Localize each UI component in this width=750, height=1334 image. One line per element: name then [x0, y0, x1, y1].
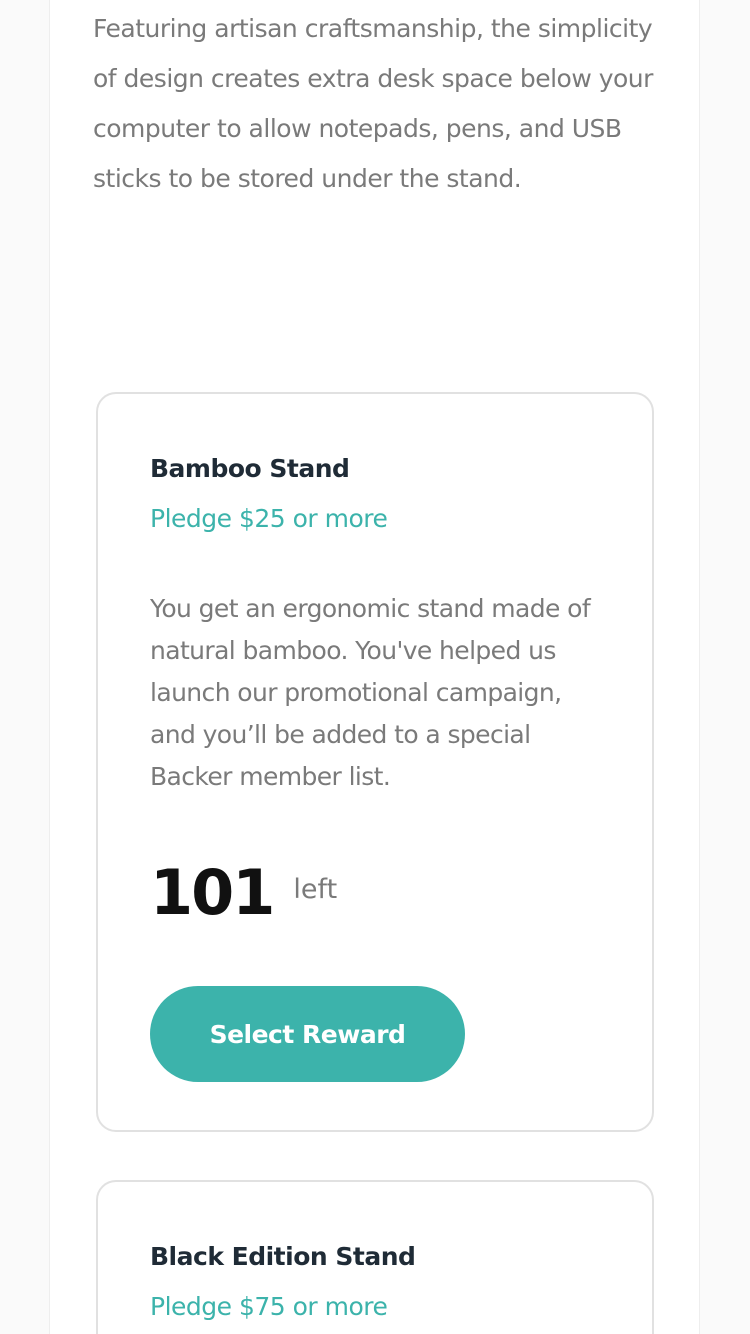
- reward-pledge: Pledge $75 or more: [150, 1292, 388, 1321]
- reward-description: You get an ergonomic stand made of natur…: [150, 594, 591, 791]
- reward-card-black-edition-stand: Black Edition Stand Pledge $75 or more: [96, 1180, 654, 1334]
- reward-pledge: Pledge $25 or more: [150, 504, 388, 533]
- reward-stock: 101 left: [150, 856, 337, 929]
- reward-card-bamboo-stand: Bamboo Stand Pledge $25 or more You get …: [96, 392, 654, 1132]
- stock-count: 101: [150, 856, 275, 929]
- product-description: Featuring artisan craftsmanship, the sim…: [93, 14, 653, 193]
- select-reward-button[interactable]: Select Reward: [150, 986, 465, 1082]
- main-content-card: Featuring artisan craftsmanship, the sim…: [49, 0, 700, 1334]
- reward-title: Black Edition Stand: [150, 1242, 416, 1271]
- reward-title: Bamboo Stand: [150, 454, 350, 483]
- stock-label: left: [293, 874, 338, 905]
